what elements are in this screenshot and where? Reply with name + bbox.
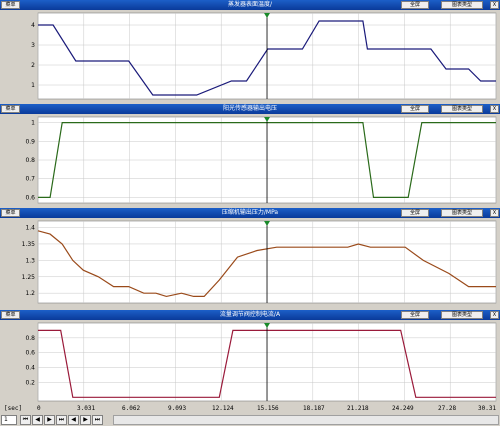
line-chart: 0.6 0.7 0.8 0.9 1: [25, 116, 497, 204]
chart-panel-evaporator-temp: 菜单 蒸发器表面温度/ 全屏 图表类型 X 4 3 2 1: [0, 0, 500, 102]
time-tick-label: 21.218: [347, 405, 369, 412]
timeline-scrollbar[interactable]: [113, 415, 499, 425]
close-button[interactable]: X: [490, 1, 499, 9]
y-tick-label: 0.2: [25, 379, 35, 386]
chart-type-button[interactable]: 图表类型: [441, 311, 483, 319]
fullscreen-button[interactable]: 全屏: [401, 311, 429, 319]
panel-header: 菜单 流量调节阀控制电流/A 全屏 图表类型 X: [0, 310, 500, 320]
line-chart: 0.8 0.6 0.4 0.2: [25, 322, 497, 402]
panel-header: 菜单 压缩机输出压力/MPa 全屏 图表类型 X: [0, 208, 500, 218]
play-button[interactable]: ▶: [44, 415, 55, 425]
chart-panel-compressor-pressure: 菜单 压缩机输出压力/MPa 全屏 图表类型 X 1.4 1.35 1.3 1.25 1…: [0, 208, 500, 306]
y-tick-label: 1: [31, 120, 35, 127]
y-tick-label: 4: [31, 22, 35, 29]
rewind-button[interactable]: ◀: [68, 415, 79, 425]
zoom-select[interactable]: 1: [1, 415, 17, 425]
y-tick-label: 0.7: [25, 176, 35, 183]
y-tick-label: 0.4: [25, 365, 35, 372]
y-tick-label: 0.9: [25, 138, 35, 145]
y-tick-label: 2: [31, 62, 35, 69]
close-button[interactable]: X: [490, 209, 499, 217]
last-frame-button[interactable]: ⏭: [56, 415, 67, 425]
time-tick-label: 27.28: [438, 405, 457, 412]
y-tick-label: 0.6: [25, 194, 35, 201]
time-axis: [sec] 0 3.031 6.062 9.093 12.124 15.156 …: [0, 404, 500, 414]
chart-type-button[interactable]: 图表类型: [441, 209, 483, 217]
time-tick-label: 12.124: [212, 405, 234, 412]
time-tick-label: 24.249: [392, 405, 414, 412]
step-back-button[interactable]: ◀: [32, 415, 43, 425]
end-button[interactable]: ⏭: [92, 415, 103, 425]
line-chart: 4 3 2 1: [31, 12, 497, 100]
time-tick-label: 3.031: [77, 405, 96, 412]
y-tick-label: 3: [31, 42, 35, 49]
y-tick-label: 0.8: [25, 335, 35, 342]
fullscreen-button[interactable]: 全屏: [401, 1, 429, 9]
y-tick-label: 1.2: [25, 290, 35, 297]
time-tick-label: 30.31: [478, 405, 497, 412]
time-tick-label: 6.062: [122, 405, 141, 412]
y-tick-label: 1.35: [22, 241, 36, 248]
chart-panel-valve-current: 菜单 流量调节阀控制电流/A 全屏 图表类型 X 0.8 0.6 0.4 0.2: [0, 310, 500, 404]
y-tick-label: 0.6: [25, 350, 35, 357]
y-tick-label: 1: [31, 82, 35, 89]
time-tick-label: 0: [37, 405, 41, 412]
y-tick-label: 1.25: [22, 274, 36, 281]
close-button[interactable]: X: [490, 105, 499, 113]
line-chart: 1.4 1.35 1.3 1.25 1.2: [22, 220, 497, 304]
panel-header: 菜单 阳光传感器输出电压 全屏 图表类型 X: [0, 104, 500, 114]
playback-controls: 1 ⏮ ◀ ▶ ⏭ ◀ ▶ ⏭: [0, 414, 500, 426]
chart-type-button[interactable]: 图表类型: [441, 1, 483, 9]
time-unit-label: [sec]: [4, 405, 23, 412]
close-button[interactable]: X: [490, 311, 499, 319]
y-tick-label: 0.8: [25, 157, 35, 164]
time-tick-label: 18.187: [303, 405, 325, 412]
first-frame-button[interactable]: ⏮: [20, 415, 31, 425]
forward-button[interactable]: ▶: [80, 415, 91, 425]
y-tick-label: 1.3: [25, 257, 35, 264]
chart-panel-sunlight-voltage: 菜单 阳光传感器输出电压 全屏 图表类型 X 0.6 0.7 0.8 0.9 1: [0, 104, 500, 206]
fullscreen-button[interactable]: 全屏: [401, 209, 429, 217]
panel-header: 菜单 蒸发器表面温度/ 全屏 图表类型 X: [0, 0, 500, 10]
fullscreen-button[interactable]: 全屏: [401, 105, 429, 113]
time-tick-label: 9.093: [168, 405, 187, 412]
chart-type-button[interactable]: 图表类型: [441, 105, 483, 113]
time-tick-label: 15.156: [257, 405, 279, 412]
y-tick-label: 1.4: [25, 225, 35, 232]
